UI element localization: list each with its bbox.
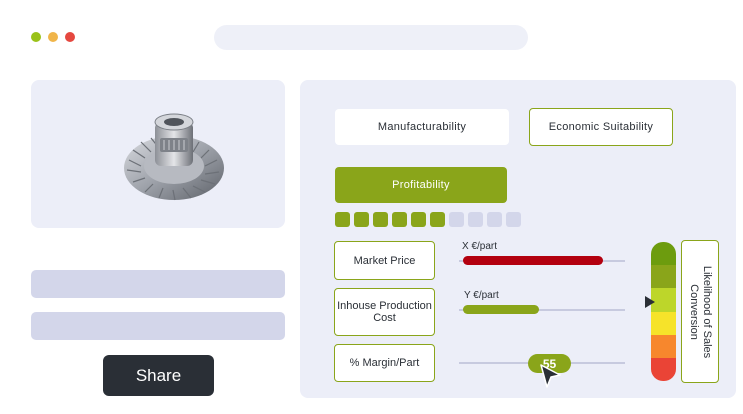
market-price-bar — [463, 256, 603, 265]
score-segment — [487, 212, 502, 227]
likelihood-gauge — [651, 242, 676, 381]
address-bar[interactable] — [214, 25, 528, 50]
tab-economic-suitability[interactable]: Economic Suitability — [529, 108, 673, 146]
score-segment — [354, 212, 369, 227]
tab-profitability[interactable]: Profitability — [335, 167, 507, 203]
window-close-button[interactable] — [65, 32, 75, 42]
market-price-value: X €/part — [462, 241, 498, 252]
production-cost-bar — [463, 305, 539, 314]
share-button[interactable]: Share — [103, 355, 214, 396]
window-maximize-button[interactable] — [31, 32, 41, 42]
profitability-score-meter — [335, 212, 521, 227]
app-window: Share Manufacturability Economic Suitabi… — [0, 0, 743, 414]
window-minimize-button[interactable] — [48, 32, 58, 42]
tab-manufacturability[interactable]: Manufacturability — [335, 109, 509, 145]
margin-per-part-label: % Margin/Part — [334, 344, 435, 382]
placeholder-bar — [31, 270, 285, 298]
gauge-marker-icon — [645, 296, 655, 308]
production-cost-value: Y €/part — [464, 290, 499, 301]
score-segment — [411, 212, 426, 227]
score-segment — [430, 212, 445, 227]
score-segment — [506, 212, 521, 227]
mouse-pointer-icon — [540, 364, 561, 388]
product-image-panel — [31, 80, 285, 228]
score-segment — [335, 212, 350, 227]
likelihood-label: Likelihood of Sales Conversion — [688, 265, 713, 358]
inhouse-production-cost-label: Inhouse Production Cost — [334, 288, 435, 336]
score-segment — [449, 212, 464, 227]
market-price-label: Market Price — [334, 241, 435, 280]
score-segment — [468, 212, 483, 227]
score-segment — [392, 212, 407, 227]
bevel-gear-icon — [124, 113, 224, 201]
score-segment — [373, 212, 388, 227]
placeholder-bar — [31, 312, 285, 340]
likelihood-label-box: Likelihood of Sales Conversion — [681, 240, 719, 383]
